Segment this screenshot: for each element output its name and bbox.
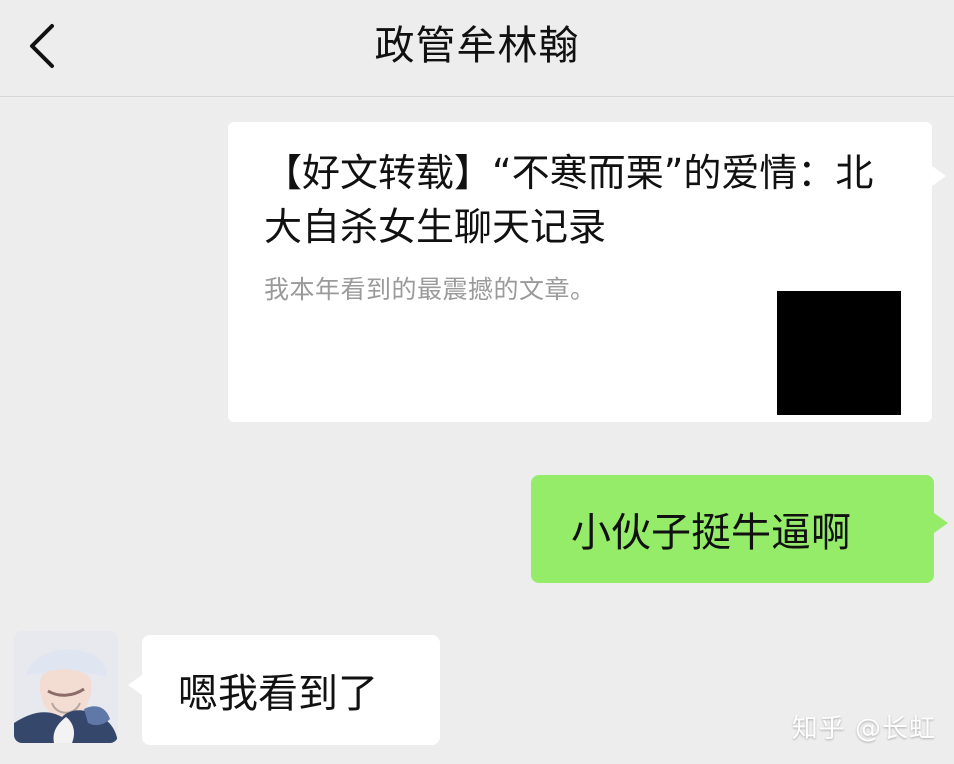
avatar-image-icon (14, 631, 118, 743)
outgoing-message-text: 小伙子挺牛逼啊 (571, 510, 851, 556)
article-thumbnail (777, 291, 901, 415)
incoming-message-bubble[interactable]: 嗯我看到了 (128, 635, 440, 745)
shared-article-card[interactable]: 【好文转载】“不寒而栗”的爱情：北大自杀女生聊天记录 我本年看到的最震撼的文章。 (228, 122, 946, 422)
top-navigation-bar: 政管牟林翰 (0, 0, 954, 97)
article-description: 我本年看到的最震撼的文章。 (264, 275, 596, 304)
avatar[interactable] (14, 631, 118, 743)
watermark: 知乎 @长虹 (791, 714, 936, 744)
article-title: 【好文转载】“不寒而栗”的爱情：北大自杀女生聊天记录 (264, 151, 874, 249)
outgoing-message-bubble[interactable]: 小伙子挺牛逼啊 (531, 475, 948, 583)
incoming-message-text: 嗯我看到了 (178, 671, 378, 717)
chat-area[interactable]: 【好文转载】“不寒而栗”的爱情：北大自杀女生聊天记录 我本年看到的最震撼的文章。… (0, 97, 954, 764)
chat-title: 政管牟林翰 (374, 23, 580, 69)
